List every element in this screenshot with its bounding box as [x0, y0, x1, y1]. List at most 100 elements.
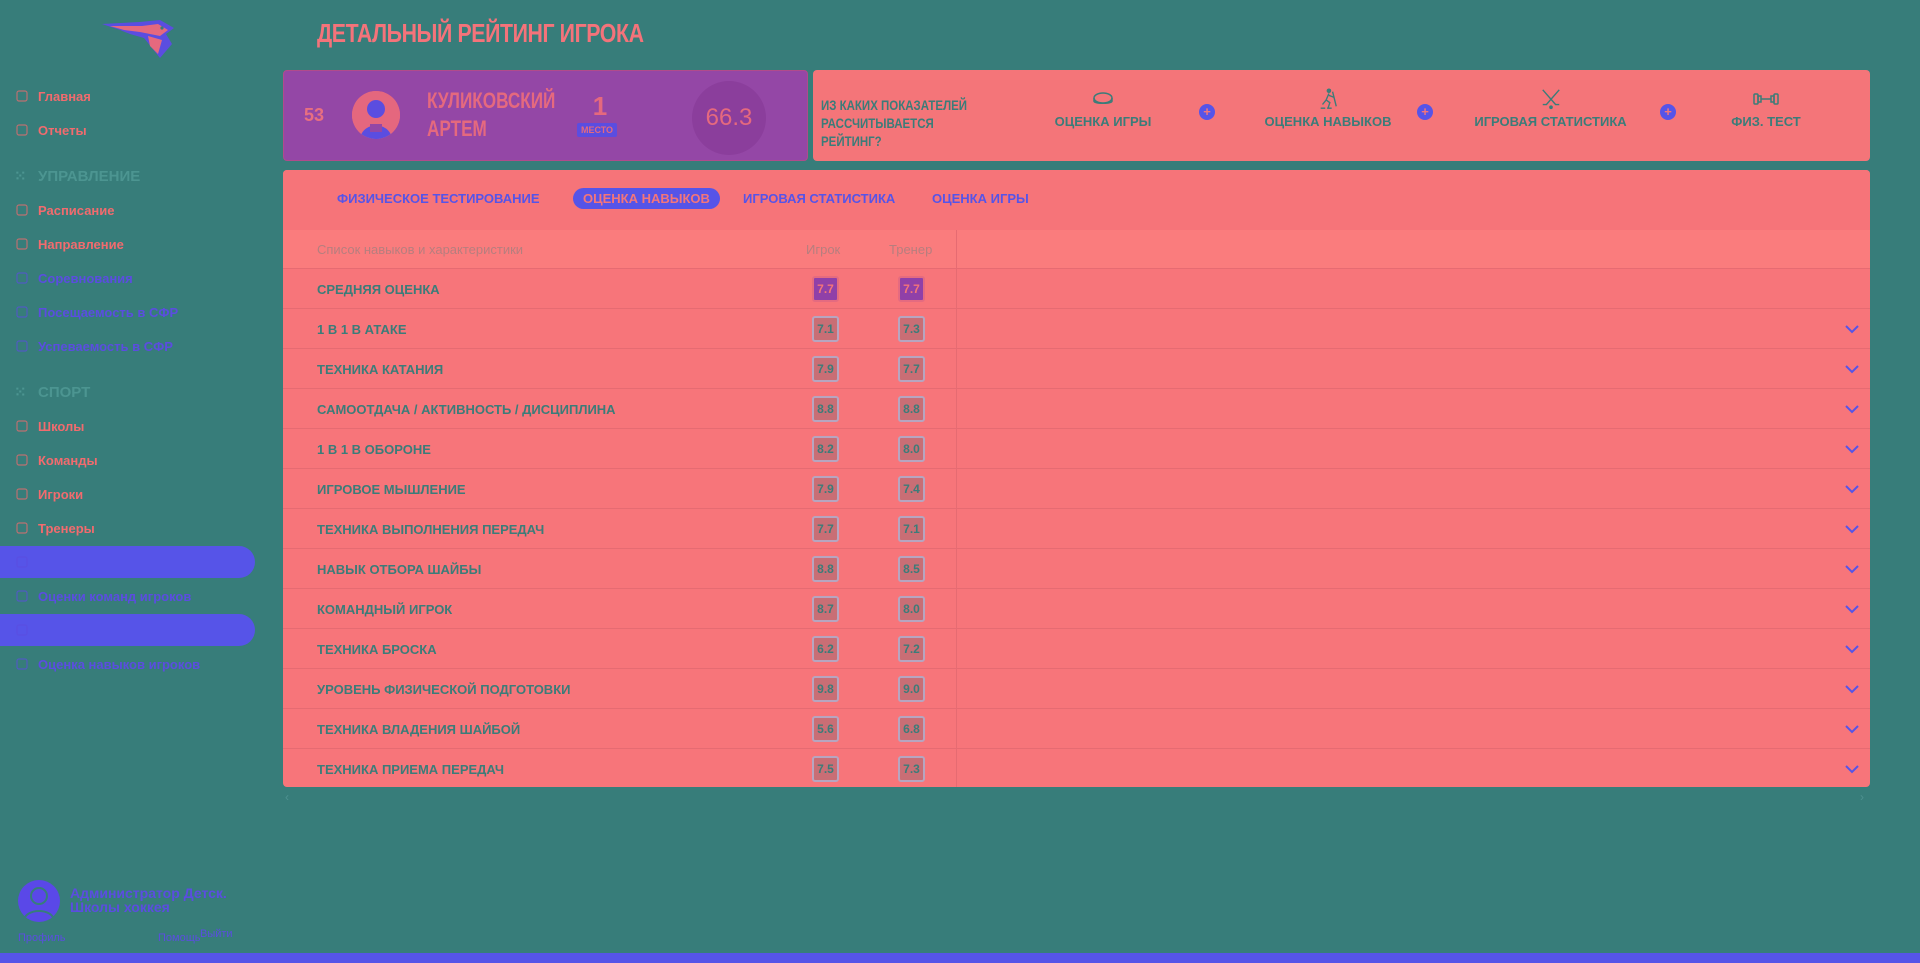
section-sport: ⁙ СПОРТ: [14, 382, 90, 402]
table-row[interactable]: ТЕХНИКА БРОСКА 6.2 7.2: [283, 628, 1870, 668]
sidebar-item[interactable]: Главная: [0, 80, 255, 112]
header-player: Игрок: [806, 242, 841, 257]
logout-link[interactable]: Выйти: [200, 928, 233, 940]
sidebar-item[interactable]: Команды: [0, 444, 255, 476]
player-number: 53: [304, 105, 325, 125]
sidebar-item[interactable]: Школы: [0, 410, 255, 442]
coach-score-badge: 7.3: [898, 316, 925, 342]
sidebar-item[interactable]: Тренеры: [0, 512, 255, 544]
tab-game-rating[interactable]: ОЦЕНКА ИГРЫ: [922, 188, 1039, 209]
sidebar-item[interactable]: Расписание: [0, 194, 255, 226]
player-score-badge: 7.7: [812, 276, 839, 302]
table-row[interactable]: ИГРОВОЕ МЫШЛЕНИЕ 7.9 7.4: [283, 468, 1870, 508]
table-row[interactable]: 1 В 1 В АТАКЕ 7.1 7.3: [283, 308, 1870, 348]
table-row: СРЕДНЯЯ ОЦЕНКА 7.7 7.7: [283, 268, 1870, 308]
sidebar-item[interactable]: Посещаемость в СФР: [0, 296, 255, 328]
page-title: ДЕТАЛЬНЫЙ РЕЙТИНГ ИГРОКА: [317, 18, 644, 48]
plus-icon: +: [1417, 104, 1433, 120]
home-icon: [14, 88, 30, 104]
user-name: Администратор Детск. Школы хоккея: [70, 885, 227, 915]
sidebar-item-label: Направление: [38, 236, 124, 252]
chevron-down-icon[interactable]: [1844, 761, 1860, 777]
tab-physical-testing[interactable]: ФИЗИЧЕСКОЕ ТЕСТИРОВАНИЕ: [327, 188, 550, 209]
trophy-icon: [14, 236, 30, 252]
rating-question: ИЗ КАКИХ ПОКАЗАТЕЛЕЙ РАССЧИТЫВАЕТСЯ РЕЙТ…: [821, 97, 968, 149]
skill-name: ТЕХНИКА ВЛАДЕНИЯ ШАЙБОЙ: [317, 722, 521, 737]
player-place-label: МЕСТО: [577, 123, 618, 137]
avatar[interactable]: [18, 880, 60, 922]
profile-link[interactable]: Профиль: [18, 932, 66, 944]
chevron-down-icon[interactable]: [1844, 721, 1860, 737]
table-row[interactable]: ТЕХНИКА ПРИЕМА ПЕРЕДАЧ 7.5 7.3: [283, 748, 1870, 788]
table-row[interactable]: ТЕХНИКА ВЫПОЛНЕНИЯ ПЕРЕДАЧ 7.7 7.1: [283, 508, 1870, 548]
table-row[interactable]: САМООТДАЧА / АКТИВНОСТЬ / ДИСЦИПЛИНА 8.8 8…: [283, 388, 1870, 428]
component-game-rating: ОЦЕНКА ИГРЫ: [1043, 88, 1163, 129]
skill-name: 1 В 1 В ОБОРОНЕ: [317, 442, 431, 457]
chevron-down-icon[interactable]: [1844, 481, 1860, 497]
eagle-logo-icon[interactable]: [100, 18, 176, 64]
chevron-down-icon[interactable]: [1844, 601, 1860, 617]
player-score-badge: 8.8: [812, 396, 839, 422]
chevron-down-icon[interactable]: [1844, 401, 1860, 417]
sidebar: Главная Отчеты Расписание Направление Соревн…: [0, 0, 270, 963]
match-icon: [14, 622, 30, 638]
sidebar-item[interactable]: Матчи: [0, 614, 255, 646]
sidebar-item-label: Тренеры: [38, 520, 95, 536]
player-score-badge: 5.6: [812, 716, 839, 742]
table-row[interactable]: ТЕХНИКА КАТАНИЯ 7.9 7.7: [283, 348, 1870, 388]
sidebar-item[interactable]: Оценка навыков игроков: [0, 648, 255, 680]
section-management: ⁙ УПРАВЛЕНИЕ: [14, 166, 140, 186]
component-label: ОЦЕНКА ИГРЫ: [1054, 114, 1152, 129]
dumbbell-icon: [1753, 93, 1779, 105]
player-score: 66.3: [692, 81, 766, 155]
sidebar-item[interactable]: Оценки команд игроков: [0, 580, 255, 612]
player-score-badge: 7.9: [812, 356, 839, 382]
chevron-down-icon[interactable]: [1844, 441, 1860, 457]
sidebar-item-label: Оценки команд игроков: [38, 588, 192, 604]
player-photo: [352, 91, 400, 139]
player-icon: [14, 486, 30, 502]
team-icon: [14, 452, 30, 468]
sidebar-item[interactable]: Направление: [0, 228, 255, 260]
horizontal-scrollbar[interactable]: ‹ ›: [285, 790, 1870, 804]
report-icon: [14, 122, 30, 138]
chevron-down-icon[interactable]: [1844, 641, 1860, 657]
tab-game-stats[interactable]: ИГРОВАЯ СТАТИСТИКА: [733, 188, 905, 209]
scroll-right-icon[interactable]: ›: [1860, 790, 1864, 804]
tab-skills-rating[interactable]: ОЦЕНКА НАВЫКОВ: [573, 188, 720, 209]
chevron-down-icon[interactable]: [1844, 321, 1860, 337]
player-score-badge: 7.7: [812, 516, 839, 542]
sidebar-item[interactable]: Рейтинг: [0, 546, 255, 578]
component-label: ИГРОВАЯ СТАТИСТИКА: [1474, 114, 1627, 129]
table-row[interactable]: КОМАНДНЫЙ ИГРОК 8.7 8.0: [283, 588, 1870, 628]
sidebar-item[interactable]: Отчеты: [0, 114, 255, 146]
player-score-badge: 8.7: [812, 596, 839, 622]
chevron-down-icon[interactable]: [1844, 361, 1860, 377]
table-row[interactable]: 1 В 1 В ОБОРОНЕ 8.2 8.0: [283, 428, 1870, 468]
player-score-badge: 6.2: [812, 636, 839, 662]
sidebar-item[interactable]: Соревнования: [0, 262, 255, 294]
column-divider: [956, 230, 957, 787]
calendar-icon: [14, 202, 30, 218]
table-row[interactable]: ТЕХНИКА ВЛАДЕНИЯ ШАЙБОЙ 5.6 6.8: [283, 708, 1870, 748]
scroll-left-icon[interactable]: ‹: [285, 790, 289, 804]
header-coach: Тренер: [889, 242, 933, 257]
player-score-badge: 8.8: [812, 556, 839, 582]
coach-score-badge: 7.4: [898, 476, 925, 502]
table-row[interactable]: УРОВЕНЬ ФИЗИЧЕСКОЙ ПОДГОТОВКИ 9.8 9.0: [283, 668, 1870, 708]
skill-name: ТЕХНИКА ВЫПОЛНЕНИЯ ПЕРЕДАЧ: [317, 522, 545, 537]
component-game-stats: ИГРОВАЯ СТАТИСТИКА: [1458, 88, 1643, 129]
sidebar-item-label: Главная: [38, 88, 91, 104]
sidebar-item[interactable]: Игроки: [0, 478, 255, 510]
coach-score-badge: 8.5: [898, 556, 925, 582]
sidebar-item[interactable]: Успеваемость в СФР: [0, 330, 255, 362]
table-row[interactable]: НАВЫК ОТБОРА ШАЙБЫ 8.8 8.5: [283, 548, 1870, 588]
sidebar-item-label: Посещаемость в СФР: [38, 304, 179, 320]
skill-name: САМООТДАЧА / АКТИВНОСТЬ / ДИСЦИПЛИНА: [317, 402, 616, 417]
chevron-down-icon[interactable]: [1844, 561, 1860, 577]
skill-name: 1 В 1 В АТАКЕ: [317, 322, 407, 337]
chevron-down-icon[interactable]: [1844, 681, 1860, 697]
help-link[interactable]: Помощь: [158, 932, 201, 944]
chevron-down-icon[interactable]: [1844, 521, 1860, 537]
sidebar-item-label: Школы: [38, 418, 85, 434]
